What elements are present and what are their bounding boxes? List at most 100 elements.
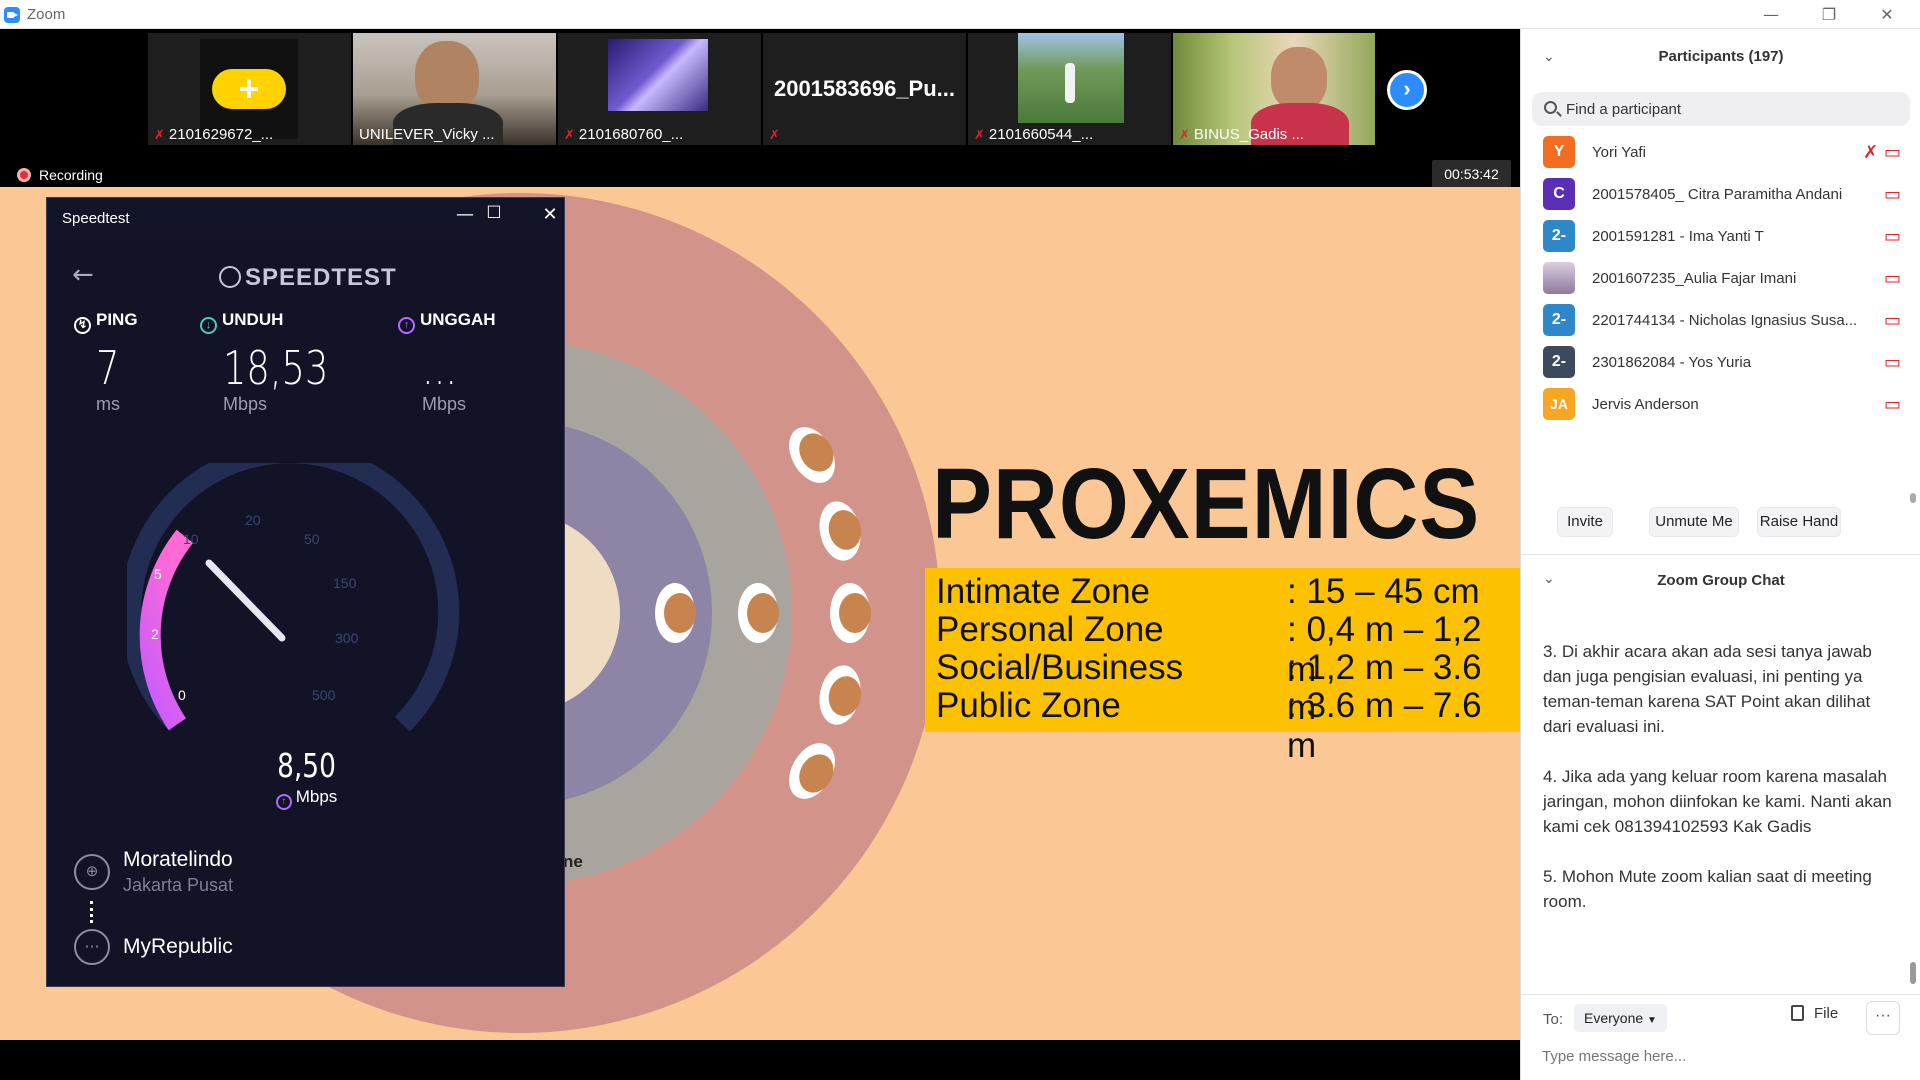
gauge-needle (205, 559, 286, 642)
video-off-icon[interactable]: ▭ (1884, 226, 1901, 247)
unmute-me-button[interactable]: Unmute Me (1649, 507, 1739, 537)
download-label: UNDUH (222, 310, 284, 329)
ping-icon: ↯ (74, 317, 91, 334)
thumbnail-name: UNILEVER_Vicky ... (359, 126, 495, 143)
scrollbar-thumb[interactable] (1910, 493, 1916, 503)
chat-message: 3. Di akhir acara akan ada sesi tanya ja… (1543, 642, 1872, 736)
restore-button[interactable]: ❐ (1800, 0, 1858, 29)
chevron-right-icon: › (1403, 76, 1411, 101)
minimize-button[interactable]: — (1742, 0, 1800, 29)
meeting-timer: 00:53:42 (1432, 160, 1511, 189)
zone-distance: : 3.6 m – 7.6 m (1287, 686, 1482, 765)
mic-muted-icon: ✗ (564, 127, 575, 142)
participant-row[interactable]: C 2001578405_ Citra Paramitha Andani ▭ (1521, 176, 1920, 216)
gauge-track (127, 463, 460, 732)
video-thumbnail[interactable]: ✗ 2101680760_... (558, 33, 761, 145)
upload-header: ↑ UNGGAH (398, 310, 496, 334)
video-thumbnail[interactable]: + ✗ 2101629672_... (148, 33, 351, 145)
avatar: + (200, 39, 298, 139)
ping-unit: ms (96, 394, 120, 414)
plus-icon: + (212, 69, 286, 109)
gauge-tick: 10 (183, 531, 199, 547)
connector-dots (90, 901, 94, 923)
file-button[interactable]: File (1791, 1005, 1838, 1022)
participant-search-input[interactable]: Find a participant (1532, 92, 1910, 126)
ping-label: PING (96, 310, 138, 329)
avatar: 2- (1543, 346, 1575, 378)
video-off-icon[interactable]: ▭ (1884, 184, 1901, 205)
more-options-button[interactable]: ··· (1866, 1001, 1900, 1035)
minimize-button[interactable]: — (450, 204, 480, 225)
person-figure (1065, 63, 1075, 103)
avatar (1543, 262, 1575, 294)
thumbnail-name: 2101680760_... (578, 126, 684, 143)
mic-muted-icon: ✗ (154, 127, 165, 142)
side-panel: ⌄ Participants (197) Find a participant … (1520, 29, 1920, 1080)
upload-icon: ↑ (275, 794, 292, 810)
close-button[interactable]: ✕ (535, 204, 565, 225)
recording-indicator[interactable]: Recording (17, 167, 103, 183)
participant-name: 2001591281 - Ima Yanti T (1592, 228, 1764, 245)
video-thumbnail[interactable]: UNILEVER_Vicky ... (353, 33, 556, 145)
participant-name: 2001607235_Aulia Fajar Imani (1592, 270, 1797, 287)
gauge-tick: 50 (304, 531, 320, 547)
invite-button[interactable]: Invite (1557, 507, 1613, 537)
participant-row[interactable]: 2- 2201744134 - Nicholas Ignasius Susa..… (1521, 302, 1920, 342)
file-icon (1791, 1005, 1804, 1021)
upload-label: UNGGAH (420, 310, 496, 329)
participant-row[interactable]: 2001607235_Aulia Fajar Imani ▭ (1521, 260, 1920, 300)
gauge-logo-icon (219, 266, 241, 288)
participants-scrollbar[interactable] (1908, 98, 1916, 503)
avatar: Y (1543, 136, 1575, 168)
scrollbar-thumb[interactable] (1910, 962, 1916, 984)
video-off-icon[interactable]: ▭ (1884, 394, 1901, 415)
zoom-logo-icon (4, 7, 20, 23)
video-off-icon[interactable]: ▭ (1884, 142, 1901, 163)
mic-muted-icon[interactable]: ✗ (1863, 142, 1878, 163)
gauge-tick: 500 (312, 687, 336, 703)
video-off-icon[interactable]: ▭ (1884, 268, 1901, 289)
video-thumbnail[interactable]: 2001583696_Pu... ✗ (763, 33, 966, 145)
upload-value: ... (422, 341, 458, 395)
back-arrow-icon[interactable]: ← (72, 260, 94, 290)
chat-scrollbar[interactable] (1908, 599, 1916, 989)
speed-gauge: 0 2 5 10 20 50 150 300 500 (127, 463, 460, 732)
zone-distance: : 15 – 45 cm (1287, 572, 1480, 611)
participant-name: Yori Yafi (1592, 144, 1646, 161)
video-off-icon[interactable]: ▭ (1884, 352, 1901, 373)
recipient-value: Everyone (1584, 1010, 1644, 1026)
isp-icon: ⋯ (74, 929, 110, 965)
ping-value: 7 (96, 341, 120, 395)
zone-name: Social/Business (936, 648, 1184, 687)
raise-hand-button[interactable]: Raise Hand (1757, 507, 1841, 537)
server-name[interactable]: Moratelindo (123, 848, 233, 872)
participant-row[interactable]: 2- 2001591281 - Ima Yanti T ▭ (1521, 218, 1920, 258)
speedtest-window[interactable]: Speedtest — ☐ ✕ ← SPEEDTEST ↯ PING 7 ms ↓… (46, 197, 565, 987)
next-page-button[interactable]: › (1387, 70, 1427, 110)
isp-name[interactable]: MyRepublic (123, 935, 233, 959)
close-button[interactable]: ✕ (1858, 0, 1916, 29)
zone-label: ne (563, 852, 583, 871)
avatar: JA (1543, 388, 1575, 420)
slide-title: PROXEMICS (932, 448, 1481, 560)
participant-row[interactable]: JA Jervis Anderson ▭ (1521, 386, 1920, 426)
video-thumbnail[interactable]: ✗ BINUS_Gadis ... (1173, 33, 1375, 145)
chat-message-input[interactable] (1542, 1048, 1902, 1065)
window-titlebar: Zoom — ❐ ✕ (0, 0, 1920, 29)
video-off-icon[interactable]: ▭ (1884, 310, 1901, 331)
speedtest-window-title: Speedtest (62, 210, 130, 227)
recipient-select[interactable]: Everyone ▼ (1574, 1004, 1667, 1032)
maximize-button[interactable]: ☐ (479, 203, 509, 223)
zone-distance-table: Intimate Zone: 15 – 45 cm Personal Zone:… (925, 568, 1520, 765)
participant-row[interactable]: Y Yori Yafi ✗ ▭ (1521, 134, 1920, 174)
chevron-down-icon: ▼ (1647, 1015, 1657, 1026)
thumbnail-name: 2101660544_... (988, 126, 1094, 143)
gauge-tick: 300 (335, 630, 359, 646)
avatar: 2- (1543, 304, 1575, 336)
participant-row[interactable]: 2- 2301862084 - Yos Yuria ▭ (1521, 344, 1920, 384)
gauge-live-unit: ↑ Mbps (47, 787, 566, 810)
zone-name: Personal Zone (936, 610, 1164, 649)
thumbnail-name: BINUS_Gadis ... (1193, 126, 1304, 143)
video-thumbnail[interactable]: ✗ 2101660544_... (968, 33, 1171, 145)
chat-message: 5. Mohon Mute zoom kalian saat di meetin… (1543, 867, 1872, 911)
